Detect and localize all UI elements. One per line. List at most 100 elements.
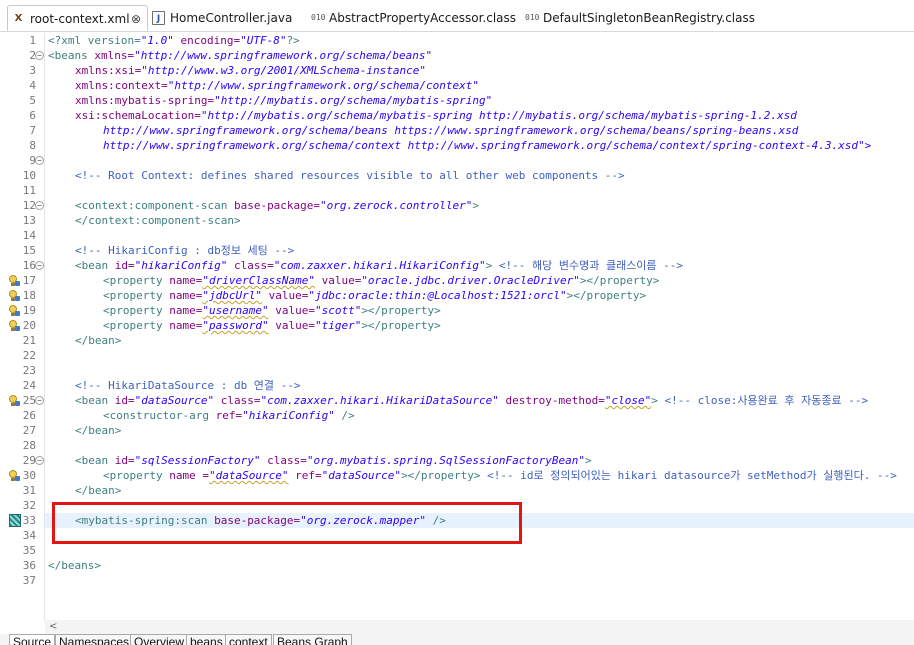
line-number: 19 bbox=[22, 304, 36, 317]
fold-toggle-icon[interactable]: − bbox=[35, 51, 44, 60]
tab-label: root-context.xml bbox=[30, 12, 130, 26]
code-line: 36 </beans> bbox=[0, 558, 914, 573]
fold-toggle-icon[interactable]: − bbox=[35, 261, 44, 270]
line-number: 2 bbox=[29, 49, 36, 62]
tab-namespaces[interactable]: Namespaces bbox=[55, 634, 134, 645]
code-line: 23 bbox=[0, 363, 914, 378]
class-file-icon: 010 bbox=[525, 13, 540, 22]
tab-source[interactable]: Source bbox=[9, 634, 56, 645]
tab-home-controller-java[interactable]: J HomeController.java bbox=[152, 5, 302, 31]
tab-beans[interactable]: beans bbox=[186, 634, 227, 645]
code-line: 18 <property name="jdbcUrl" value="jdbc:… bbox=[0, 288, 914, 303]
code-line: 10 <!-- Root Context: defines shared res… bbox=[0, 168, 914, 183]
editor-page-tabs: Source Namespaces Overview beans context… bbox=[0, 634, 914, 645]
code-line: 9 − bbox=[0, 153, 914, 168]
line-number: 22 bbox=[22, 349, 36, 362]
xml-source-editor[interactable]: 1 <?xml version="1.0" encoding="UTF-8"?>… bbox=[0, 33, 914, 635]
scroll-left-arrow-icon[interactable]: < bbox=[49, 621, 57, 632]
line-number: 36 bbox=[22, 559, 36, 572]
line-number: 9 bbox=[29, 154, 36, 167]
code-line: 25 − <bean id="dataSource" class="com.za… bbox=[0, 393, 914, 408]
line-number: 23 bbox=[22, 364, 36, 377]
line-number: 3 bbox=[29, 64, 36, 77]
horizontal-scrollbar[interactable]: < bbox=[45, 620, 914, 635]
code-line: 15 <!-- HikariConfig : db정보 세팅 --> bbox=[0, 243, 914, 258]
line-number: 20 bbox=[22, 319, 36, 332]
line-number: 24 bbox=[22, 379, 36, 392]
close-icon[interactable]: ⊗ bbox=[131, 6, 141, 32]
code-line: 3 xmlns:xsi="http://www.w3.org/2001/XMLS… bbox=[0, 63, 914, 78]
xml-file-icon: X bbox=[14, 13, 23, 24]
line-number: 32 bbox=[22, 499, 36, 512]
line-number: 21 bbox=[22, 334, 36, 347]
code-text: <!-- HikariDataSource : db 연결 --> bbox=[75, 379, 301, 392]
code-text: xmlns:xsi="http://www.w3.org/2001/XMLSch… bbox=[75, 64, 427, 77]
line-number: 15 bbox=[22, 244, 36, 257]
code-text: xmlns:context="http://www.springframewor… bbox=[75, 79, 479, 92]
code-line: 14 bbox=[0, 228, 914, 243]
code-line: 35 bbox=[0, 543, 914, 558]
line-number: 16 bbox=[22, 259, 36, 272]
line-number: 1 bbox=[29, 34, 36, 47]
line-number: 29 bbox=[22, 454, 36, 467]
code-text: <property name="driverClassName" value="… bbox=[103, 274, 660, 287]
code-text: </bean> bbox=[75, 424, 122, 437]
code-text: <context:component-scan base-package="or… bbox=[75, 199, 479, 212]
red-annotation-box bbox=[52, 502, 522, 544]
tab-label: DefaultSingletonBeanRegistry.class bbox=[543, 11, 755, 25]
line-number: 7 bbox=[29, 124, 36, 137]
code-text: xsi:schemaLocation="http://mybatis.org/s… bbox=[75, 109, 797, 122]
code-text: <constructor-arg ref="hikariConfig" /> bbox=[103, 409, 355, 422]
line-number: 6 bbox=[29, 109, 36, 122]
code-text: <beans xmlns="http://www.springframework… bbox=[48, 49, 433, 62]
code-line: 22 bbox=[0, 348, 914, 363]
code-text: </beans> bbox=[48, 559, 101, 572]
code-line: 29 − <bean id="sqlSessionFactory" class=… bbox=[0, 453, 914, 468]
tab-overview[interactable]: Overview bbox=[130, 634, 189, 645]
line-number: 17 bbox=[22, 274, 36, 287]
line-number: 35 bbox=[22, 544, 36, 557]
code-text: http://www.springframework.org/schema/co… bbox=[103, 139, 872, 152]
fold-toggle-icon[interactable]: − bbox=[35, 396, 44, 405]
code-line: 16 − <bean id="hikariConfig" class="com.… bbox=[0, 258, 914, 273]
code-line: 2 − <beans xmlns="http://www.springframe… bbox=[0, 48, 914, 63]
fold-toggle-icon[interactable]: − bbox=[35, 201, 44, 210]
code-text: http://www.springframework.org/schema/be… bbox=[103, 124, 799, 137]
code-line: 21 </bean> bbox=[0, 333, 914, 348]
code-text: <bean id="dataSource" class="com.zaxxer.… bbox=[75, 394, 869, 407]
tab-root-context-xml[interactable]: X root-context.xml ⊗ bbox=[7, 5, 148, 31]
code-line: 1 <?xml version="1.0" encoding="UTF-8"?> bbox=[0, 33, 914, 48]
tab-label: HomeController.java bbox=[170, 11, 293, 25]
code-line: 11 bbox=[0, 183, 914, 198]
code-line: 24 <!-- HikariDataSource : db 연결 --> bbox=[0, 378, 914, 393]
line-number: 34 bbox=[22, 529, 36, 542]
tab-beans-graph[interactable]: Beans Graph bbox=[273, 634, 352, 645]
code-text: </bean> bbox=[75, 334, 122, 347]
line-number: 5 bbox=[29, 94, 36, 107]
line-number: 28 bbox=[22, 439, 36, 452]
line-number: 30 bbox=[22, 469, 36, 482]
code-line: 12 − <context:component-scan base-packag… bbox=[0, 198, 914, 213]
line-number: 14 bbox=[22, 229, 36, 242]
fold-toggle-icon[interactable]: − bbox=[35, 156, 44, 165]
line-number: 18 bbox=[22, 289, 36, 302]
line-number: 10 bbox=[22, 169, 36, 182]
tab-abstract-property-accessor-class[interactable]: 010 AbstractPropertyAccessor.class bbox=[311, 5, 516, 31]
fold-toggle-icon[interactable]: − bbox=[35, 456, 44, 465]
editor-tab-bar: X root-context.xml ⊗ J HomeController.ja… bbox=[0, 0, 914, 32]
code-text: </context:component-scan> bbox=[75, 214, 241, 227]
code-line: 6 xsi:schemaLocation="http://mybatis.org… bbox=[0, 108, 914, 123]
line-number: 25 bbox=[22, 394, 36, 407]
code-text: <!-- Root Context: defines shared resour… bbox=[75, 169, 625, 182]
code-line: 26 <constructor-arg ref="hikariConfig" /… bbox=[0, 408, 914, 423]
tab-label: AbstractPropertyAccessor.class bbox=[329, 11, 517, 25]
line-number: 12 bbox=[22, 199, 36, 212]
code-line: 4 xmlns:context="http://www.springframew… bbox=[0, 78, 914, 93]
line-number: 8 bbox=[29, 139, 36, 152]
tab-context[interactable]: context bbox=[225, 634, 272, 645]
code-line: 19 <property name="username" value="scot… bbox=[0, 303, 914, 318]
code-line: 28 bbox=[0, 438, 914, 453]
tab-default-singleton-bean-registry-class[interactable]: 010 DefaultSingletonBeanRegistry.class bbox=[525, 5, 755, 31]
line-number: 31 bbox=[22, 484, 36, 497]
line-number: 13 bbox=[22, 214, 36, 227]
